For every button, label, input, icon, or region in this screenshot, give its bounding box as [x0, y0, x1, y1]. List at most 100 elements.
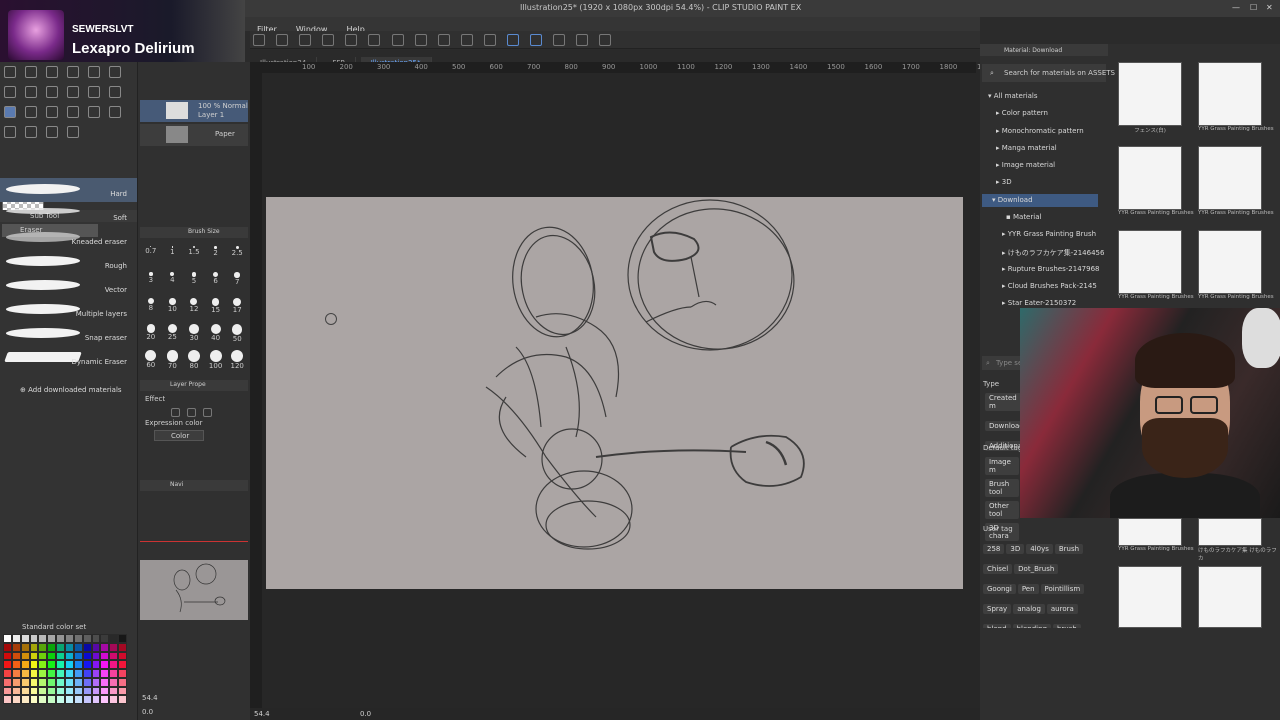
palette-color-cell[interactable] — [73, 642, 83, 652]
palette-color-cell[interactable] — [56, 634, 65, 643]
palette-color-cell[interactable] — [64, 677, 74, 687]
brush-dynamic-eraser[interactable]: Dynamic Eraser — [0, 346, 137, 370]
user-tag[interactable]: analog — [1013, 604, 1045, 614]
palette-color-cell[interactable] — [38, 642, 48, 652]
brush-size-option[interactable]: 70 — [162, 348, 184, 372]
brush-soft[interactable]: Soft — [0, 202, 137, 226]
palette-color-cell[interactable] — [38, 695, 48, 704]
user-tag[interactable]: brush — [1052, 624, 1081, 628]
palette-color-cell[interactable] — [82, 642, 92, 652]
brush-snap-eraser[interactable]: Snap eraser — [0, 322, 137, 346]
layer-row[interactable]: Paper — [140, 124, 248, 146]
palette-color-cell[interactable] — [82, 669, 92, 678]
palette-color-cell[interactable] — [56, 669, 65, 678]
brush-size-option[interactable]: 6 — [205, 270, 227, 294]
palette-color-cell[interactable] — [47, 695, 57, 704]
brush-size-option[interactable]: 5 — [183, 270, 205, 294]
palette-color-cell[interactable] — [73, 634, 83, 643]
palette-color-cell[interactable] — [3, 669, 12, 678]
user-tag[interactable]: Goongi — [983, 584, 1016, 594]
transform-icon[interactable] — [437, 34, 450, 46]
brush-size-option[interactable]: 8 — [140, 296, 162, 320]
material-thumb[interactable] — [1198, 566, 1262, 628]
palette-color-cell[interactable] — [47, 669, 57, 678]
palette-color-cell[interactable] — [109, 686, 119, 696]
snap-grid-icon[interactable] — [530, 34, 543, 46]
palette-color-cell[interactable] — [20, 695, 30, 704]
palette-color-cell[interactable] — [91, 651, 101, 661]
palette-color-cell[interactable] — [47, 651, 57, 661]
palette-color-cell[interactable] — [3, 686, 12, 696]
palette-color-cell[interactable] — [3, 660, 12, 669]
palette-color-cell[interactable] — [82, 634, 92, 643]
tree-item-yyr-grass[interactable]: ▸ YYR Grass Painting Brush — [1002, 230, 1096, 238]
palette-color-cell[interactable] — [11, 669, 21, 678]
material-thumb[interactable]: YYR Grass Painting Brushes — [1198, 146, 1274, 216]
palette-color-cell[interactable] — [11, 686, 21, 696]
palette-color-cell[interactable] — [3, 634, 12, 643]
brush-multiple-layers[interactable]: Multiple layers — [0, 298, 137, 322]
palette-color-cell[interactable] — [109, 677, 119, 687]
redo-icon[interactable] — [368, 34, 381, 46]
palette-color-cell[interactable] — [56, 686, 65, 696]
brush-size-option[interactable]: 80 — [183, 348, 205, 372]
material-thumb[interactable]: YYR Grass Painting Brushes — [1118, 518, 1194, 552]
brush-kneaded-eraser[interactable]: Kneaded eraser — [0, 226, 137, 250]
eraser-tool-icon[interactable] — [4, 106, 16, 118]
palette-color-cell[interactable] — [64, 695, 74, 704]
palette-color-cell[interactable] — [109, 642, 119, 652]
palette-color-cell[interactable] — [100, 660, 110, 669]
palette-color-cell[interactable] — [118, 677, 127, 687]
move-layer-icon[interactable] — [67, 66, 80, 78]
search-assets-button[interactable]: ⌕ Search for materials on ASSETS — [982, 64, 1115, 82]
palette-color-cell[interactable] — [11, 642, 21, 652]
pencil-tool-icon[interactable] — [46, 86, 59, 98]
palette-color-cell[interactable] — [11, 634, 21, 643]
palette-color-cell[interactable] — [109, 695, 119, 704]
tree-item-3d[interactable]: ▸ 3D — [996, 178, 1012, 186]
brush-rough[interactable]: Rough — [0, 250, 137, 274]
settings-icon[interactable] — [576, 34, 589, 46]
palette-color-cell[interactable] — [38, 686, 48, 696]
fill-icon[interactable] — [414, 34, 427, 46]
palette-color-cell[interactable] — [118, 634, 127, 643]
user-tag[interactable]: Dot_Brush — [1014, 564, 1059, 574]
status-angle[interactable]: 0.0 — [360, 710, 371, 718]
snap-ruler-icon[interactable] — [507, 34, 520, 46]
palette-color-cell[interactable] — [109, 651, 119, 661]
edit-icon[interactable] — [553, 34, 566, 46]
palette-color-cell[interactable] — [118, 642, 127, 652]
brush-size-option[interactable]: 7 — [226, 270, 248, 294]
clear-icon[interactable] — [391, 34, 404, 46]
auto-select-icon[interactable] — [109, 66, 122, 78]
brush-size-option[interactable]: 1.5 — [183, 244, 205, 268]
palette-color-cell[interactable] — [73, 651, 83, 661]
palette-color-cell[interactable] — [100, 651, 110, 661]
palette-color-cell[interactable] — [82, 651, 92, 661]
text-tool-icon[interactable] — [25, 126, 38, 138]
user-tag[interactable]: Pen — [1017, 584, 1039, 594]
figure-tool-icon[interactable] — [88, 106, 101, 118]
palette-color-cell[interactable] — [109, 669, 119, 678]
brush-size-option[interactable]: 10 — [162, 296, 184, 320]
palette-color-cell[interactable] — [38, 660, 48, 669]
tree-item-image-material[interactable]: ▸ Image material — [996, 161, 1055, 169]
brush-size-option[interactable]: 100 — [205, 348, 227, 372]
palette-color-cell[interactable] — [56, 651, 65, 661]
tree-item-star-eater[interactable]: ▸ Star Eater-2150372 — [1002, 299, 1076, 307]
home-icon[interactable] — [253, 34, 265, 46]
user-tag[interactable]: 258 — [983, 544, 1005, 554]
user-tag[interactable]: Pointillism — [1040, 584, 1085, 594]
material-thumb[interactable]: けものラフカケア集 けものラフカ — [1198, 518, 1280, 562]
tree-item-kemono[interactable]: ▸ けものラフカケア集-2146456 — [1002, 248, 1104, 258]
palette-color-cell[interactable] — [3, 651, 12, 661]
correct-line-icon[interactable] — [67, 126, 80, 138]
balloon-tool-icon[interactable] — [46, 126, 59, 138]
palette-color-cell[interactable] — [56, 677, 65, 687]
palette-color-cell[interactable] — [64, 651, 74, 661]
palette-color-cell[interactable] — [47, 634, 57, 643]
brush-size-option[interactable]: 2.5 — [226, 244, 248, 268]
brush-size-option[interactable]: 60 — [140, 348, 162, 372]
palette-color-cell[interactable] — [38, 634, 48, 643]
palette-color-cell[interactable] — [82, 686, 92, 696]
